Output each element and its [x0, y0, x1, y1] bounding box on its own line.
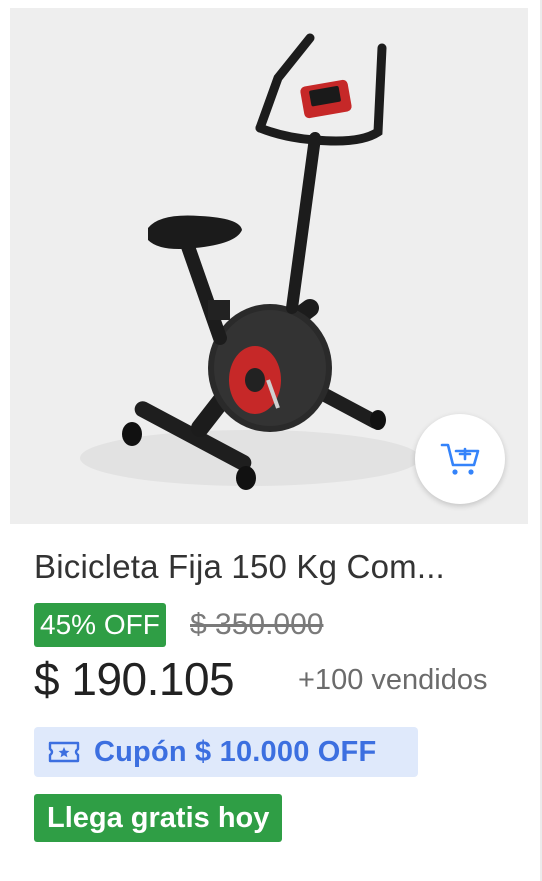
add-to-cart-button[interactable] — [415, 414, 505, 504]
product-title[interactable]: Bicicleta Fija 150 Kg Com... — [34, 548, 504, 586]
current-price: $ 190.105 — [34, 653, 235, 705]
add-to-cart-icon — [440, 443, 480, 475]
sold-count: +100 vendidos — [298, 664, 488, 696]
original-price: $ 350.000 — [190, 608, 324, 641]
product-card[interactable]: Bicicleta Fija 150 Kg Com... 45% OFF $ 3… — [0, 0, 542, 881]
discount-badge: 45% OFF — [34, 603, 166, 647]
coupon-badge[interactable]: Cupón $ 10.000 OFF — [34, 727, 418, 777]
free-shipping-badge: Llega gratis hoy — [34, 794, 283, 842]
coupon-text: Cupón $ 10.000 OFF — [94, 735, 377, 768]
ticket-star-icon — [48, 740, 80, 764]
